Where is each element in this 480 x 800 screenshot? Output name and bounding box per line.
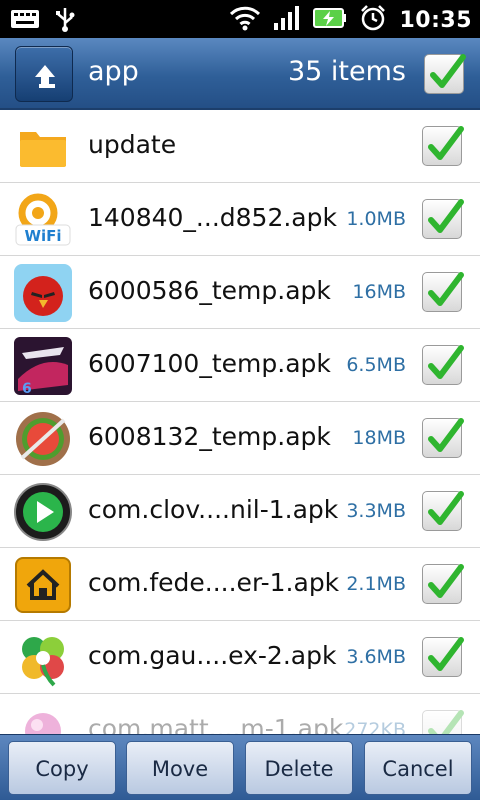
list-item[interactable]: 6 6007100_temp.apk 6.5MB <box>0 329 480 402</box>
svg-text:6: 6 <box>22 381 32 397</box>
list-item[interactable]: com.gau....ex-2.apk 3.6MB <box>0 621 480 694</box>
cancel-button[interactable]: Cancel <box>364 741 472 795</box>
file-checkbox[interactable] <box>422 710 464 734</box>
file-checkbox[interactable] <box>422 272 464 312</box>
file-checkbox[interactable] <box>422 491 464 531</box>
file-size: 3.6MB <box>346 646 406 668</box>
file-name: 6000586_temp.apk <box>88 276 331 305</box>
folder-icon <box>12 116 74 178</box>
list-item[interactable]: com.fede....er-1.apk 2.1MB <box>0 548 480 621</box>
fruit-ninja-icon <box>12 408 74 470</box>
folder-header: app 35 items <box>0 38 480 110</box>
clover-app-icon <box>12 627 74 689</box>
file-list[interactable]: update WiFi 140840_...d852.apk 1.0MB 600… <box>0 110 480 734</box>
file-name: update <box>88 130 177 159</box>
angry-birds-icon <box>12 262 74 324</box>
keyboard-icon <box>10 8 40 34</box>
list-item[interactable]: WiFi 140840_...d852.apk 1.0MB <box>0 183 480 256</box>
file-size: 272KB <box>344 719 406 734</box>
folder-name: app <box>88 56 139 87</box>
list-item[interactable]: 6008132_temp.apk 18MB <box>0 402 480 475</box>
file-checkbox[interactable] <box>422 126 464 166</box>
file-size: 16MB <box>352 281 406 303</box>
clock-time: 10:35 <box>399 7 472 33</box>
usb-icon <box>54 6 76 36</box>
home-launcher-icon <box>12 554 74 616</box>
file-name: 140840_...d852.apk <box>88 203 337 232</box>
action-bar: Copy Move Delete Cancel <box>0 734 480 800</box>
file-name: com.gau....ex-2.apk <box>88 641 337 670</box>
item-count: 35 items <box>287 56 406 87</box>
file-checkbox[interactable] <box>422 564 464 604</box>
file-size: 1.0MB <box>346 208 406 230</box>
racing-game-icon: 6 <box>12 335 74 397</box>
up-arrow-icon <box>16 65 74 107</box>
select-all-checkbox[interactable] <box>424 54 466 94</box>
file-name: com.matt....m-1.apk <box>88 714 344 734</box>
battery-charging-icon <box>313 7 347 33</box>
file-size: 6.5MB <box>346 354 406 376</box>
pink-ball-app-icon <box>12 700 74 734</box>
file-name: 6008132_temp.apk <box>88 422 331 451</box>
list-item[interactable]: com.clov....nil-1.apk 3.3MB <box>0 475 480 548</box>
file-checkbox[interactable] <box>422 199 464 239</box>
list-item[interactable]: update <box>0 110 480 183</box>
file-checkbox[interactable] <box>422 418 464 458</box>
file-name: com.clov....nil-1.apk <box>88 495 339 524</box>
delete-button[interactable]: Delete <box>245 741 353 795</box>
parent-folder-button[interactable] <box>15 46 73 102</box>
wifi-app-icon: WiFi <box>12 189 74 251</box>
file-checkbox[interactable] <box>422 345 464 385</box>
alarm-icon <box>359 4 387 36</box>
svg-text:WiFi: WiFi <box>24 227 61 245</box>
move-button[interactable]: Move <box>126 741 234 795</box>
file-size: 3.3MB <box>346 500 406 522</box>
copy-button[interactable]: Copy <box>8 741 116 795</box>
list-item[interactable]: com.matt....m-1.apk 272KB <box>0 694 480 734</box>
file-name: 6007100_temp.apk <box>88 349 331 378</box>
signal-icon <box>273 5 301 35</box>
file-name: com.fede....er-1.apk <box>88 568 340 597</box>
status-bar: 10:35 <box>0 0 480 38</box>
list-item[interactable]: 6000586_temp.apk 16MB <box>0 256 480 329</box>
wifi-icon <box>229 5 261 35</box>
file-size: 18MB <box>352 427 406 449</box>
file-size: 2.1MB <box>346 573 406 595</box>
play-button-app-icon <box>12 481 74 543</box>
file-checkbox[interactable] <box>422 637 464 677</box>
